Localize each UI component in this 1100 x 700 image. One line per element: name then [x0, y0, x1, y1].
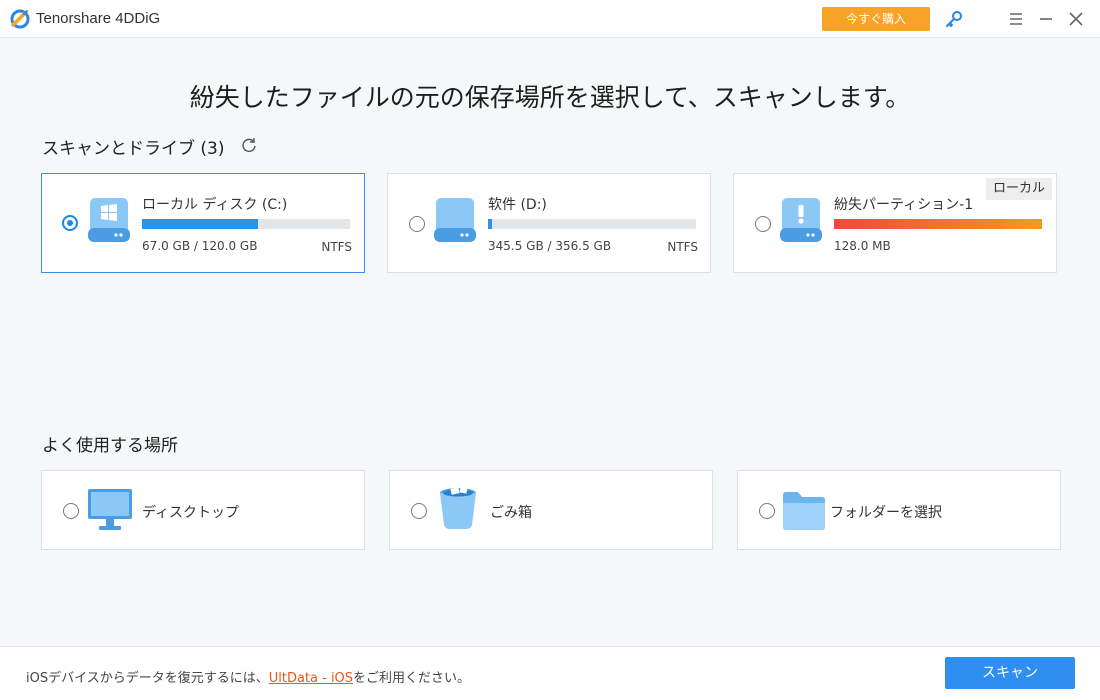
- drive-usage-fill: [142, 219, 259, 229]
- location-recycle-bin[interactable]: ごみ箱: [389, 470, 713, 550]
- location-radio-folder[interactable]: [759, 503, 775, 519]
- location-label: フォルダーを選択: [830, 505, 942, 521]
- drive-usage-bar: [488, 219, 696, 229]
- drive-usage-fill: [834, 219, 1042, 229]
- drives-section-title: スキャンとドライブ (3): [42, 139, 225, 159]
- drive-usage-bar: [142, 219, 350, 229]
- drive-radio-d[interactable]: [409, 216, 425, 232]
- page-heading: 紛失したファイルの元の保存場所を選択して、スキャンします。: [189, 83, 911, 112]
- location-radio-desktop[interactable]: [63, 503, 79, 519]
- menu-icon[interactable]: [1006, 9, 1026, 29]
- drive-name: ローカル ディスク (C:): [142, 197, 288, 213]
- app-logo-icon: [10, 9, 30, 29]
- app-title: Tenorshare 4DDiG: [36, 10, 161, 27]
- drive-size: 128.0 MB: [834, 239, 891, 253]
- buy-now-button[interactable]: 今すぐ購入: [822, 7, 930, 31]
- location-radio-trash[interactable]: [411, 503, 427, 519]
- close-icon[interactable]: [1066, 9, 1086, 29]
- drive-filesystem: NTFS: [667, 240, 698, 254]
- drive-card-c[interactable]: ローカル ディスク (C:) 67.0 GB / 120.0 GB NTFS: [41, 173, 365, 273]
- drive-name: 软件 (D:): [488, 197, 547, 213]
- drive-card-d[interactable]: 软件 (D:) 345.5 GB / 356.5 GB NTFS: [387, 173, 711, 273]
- key-icon[interactable]: [944, 9, 964, 29]
- windows-drive-icon: [88, 198, 130, 242]
- scan-button[interactable]: スキャン: [945, 657, 1075, 689]
- drive-card-lost-partition[interactable]: ローカル 紛失パーティション-1 128.0 MB: [733, 173, 1057, 273]
- drive-size: 67.0 GB / 120.0 GB: [142, 239, 258, 253]
- locations-section-title: よく使用する場所: [42, 436, 178, 456]
- drive-filesystem: NTFS: [321, 240, 352, 254]
- drive-size: 345.5 GB / 356.5 GB: [488, 239, 612, 253]
- location-label: ディスクトップ: [142, 505, 240, 521]
- drive-usage-fill: [488, 219, 493, 229]
- drive-name: 紛失パーティション-1: [834, 197, 974, 213]
- footer-text-before: iOSデバイスからデータを復元するには、: [26, 671, 269, 686]
- drive-radio-c[interactable]: [62, 215, 78, 231]
- drive-icon: [434, 198, 476, 242]
- footer-message: iOSデバイスからデータを復元するには、UltData - iOSをご利用くださ…: [26, 667, 470, 686]
- minimize-icon[interactable]: [1036, 9, 1056, 29]
- title-bar: Tenorshare 4DDiG 今すぐ購入: [0, 0, 1100, 38]
- location-label: ごみ箱: [490, 505, 532, 521]
- lost-partition-icon: [780, 198, 822, 242]
- footer-text-after: をご利用ください。: [353, 671, 471, 686]
- drive-radio-lost[interactable]: [755, 216, 771, 232]
- footer: iOSデバイスからデータを復元するには、UltData - iOSをご利用くださ…: [0, 646, 1100, 700]
- ultdata-ios-link[interactable]: UltData - iOS: [269, 671, 353, 686]
- drive-usage-bar: [834, 219, 1042, 229]
- monitor-icon: [88, 489, 132, 530]
- local-badge: ローカル: [985, 178, 1052, 200]
- trash-icon: [440, 486, 476, 529]
- refresh-icon[interactable]: [240, 136, 258, 154]
- location-desktop[interactable]: ディスクトップ: [41, 470, 365, 550]
- folder-icon: [783, 492, 825, 530]
- location-select-folder[interactable]: フォルダーを選択: [737, 470, 1061, 550]
